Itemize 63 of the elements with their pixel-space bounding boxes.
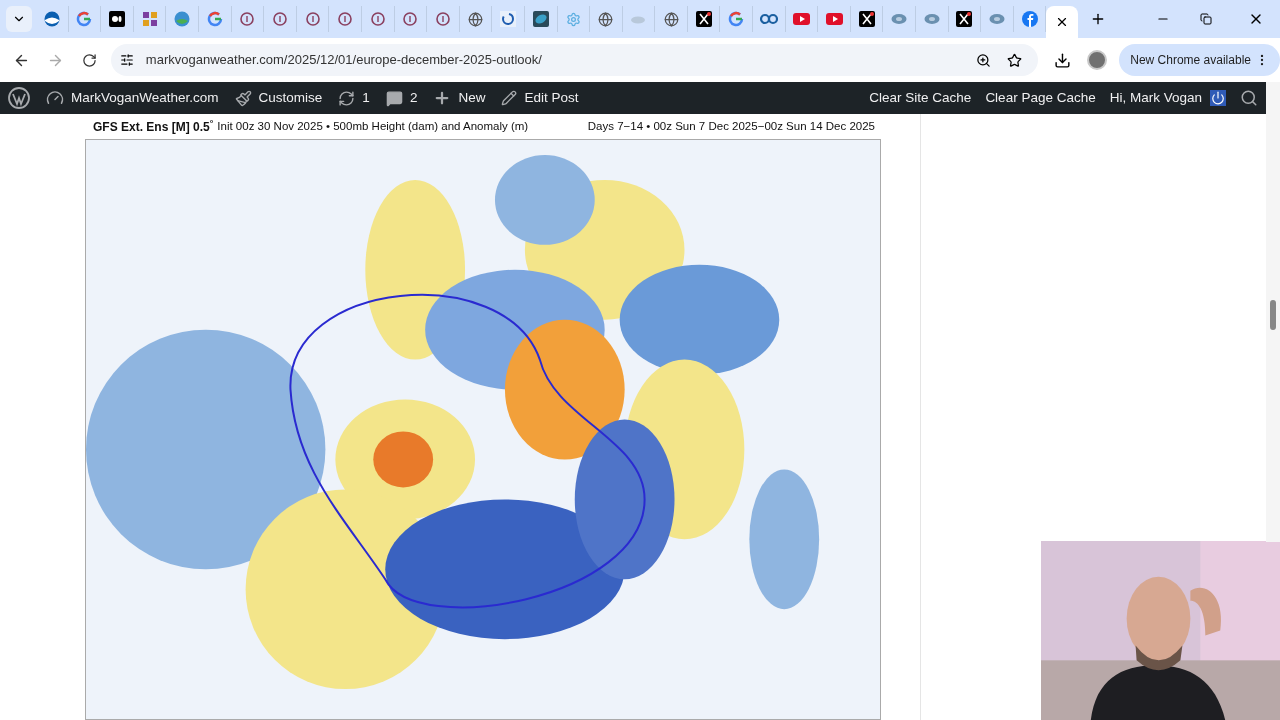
play-icon [825, 13, 843, 25]
ring-icon [239, 11, 256, 27]
square-logo-icon [109, 11, 125, 27]
admin-bar-link[interactable]: Hi, Mark Vogan [1109, 87, 1202, 109]
ring-icon [402, 11, 419, 27]
google-icon [728, 11, 745, 27]
date-range: Days 7−14 • 00z Sun 7 Dec 2025−00z Sun 14 Dec 2025 [587, 118, 875, 134]
wordpress-logo-icon[interactable] [8, 87, 30, 109]
grid-logo-icon [141, 11, 158, 27]
scrollbar[interactable] [1266, 82, 1280, 542]
chart-title: GFS Ext. Ens [M] 0.5$^{°}$ [93, 117, 214, 136]
download-icon[interactable] [1054, 51, 1072, 69]
admin-bar-link[interactable]: 2 [385, 87, 418, 109]
chart-subtitle: Init 00z 30 Nov 2025 • 500mb Height (dam) and Anomaly (m) [217, 118, 529, 134]
x-logo-icon [858, 11, 875, 27]
ring-icon [337, 11, 354, 27]
admin-bar-link[interactable]: 1 [338, 87, 370, 109]
globe-icon [598, 11, 614, 27]
loop-icon [759, 13, 778, 25]
brush-icon [234, 89, 252, 107]
ring-icon [304, 11, 321, 27]
admin-bar-link[interactable]: Customise [234, 87, 323, 109]
circle-logo-icon [43, 11, 60, 27]
pencil-icon [501, 90, 518, 106]
ring-icon [369, 11, 386, 27]
comment-icon [385, 89, 403, 107]
gear-icon [565, 11, 581, 27]
google-icon [76, 11, 93, 27]
tab-search-button[interactable] [6, 6, 32, 32]
x-logo-icon [695, 11, 712, 27]
storm-icon [923, 13, 940, 25]
zoom-icon[interactable] [976, 52, 992, 68]
admin-bar-link[interactable]: Edit Post [501, 87, 579, 109]
reload-icon[interactable] [81, 52, 97, 68]
profile-avatar[interactable] [1087, 50, 1108, 70]
search-icon[interactable] [1240, 89, 1258, 107]
globe-icon [663, 11, 679, 27]
site-settings-icon[interactable] [119, 53, 134, 67]
globe-icon [468, 11, 483, 27]
storm-icon [891, 13, 908, 25]
admin-bar-link[interactable]: Clear Page Cache [985, 87, 1096, 109]
swirl-icon [500, 11, 517, 27]
satellite-icon [532, 11, 549, 27]
address-bar[interactable]: markvoganweather.com/2025/12/01/europe-december-2025-outlook/ [110, 44, 1039, 76]
play-icon [792, 13, 810, 25]
ring-icon [271, 11, 288, 27]
admin-bar-link[interactable]: New [433, 87, 486, 109]
update-button[interactable]: New Chrome available [1119, 44, 1280, 76]
x-logo-icon [956, 11, 973, 27]
url-text: markvoganweather.com/2025/12/01/europe-december-2025-outlook/ [145, 51, 542, 70]
storm-icon [989, 13, 1005, 25]
power-icon[interactable] [1210, 90, 1226, 106]
earth-icon [174, 11, 191, 27]
facebook-icon [1021, 11, 1038, 27]
bookmark-icon[interactable] [1007, 52, 1023, 68]
cloud-icon [630, 14, 647, 24]
ring-icon [434, 11, 451, 27]
admin-bar-link[interactable]: MarkVoganWeather.com [46, 87, 219, 109]
google-icon [206, 11, 223, 27]
dashboard-icon [46, 89, 64, 107]
admin-bar-link[interactable]: Clear Site Cache [869, 87, 972, 109]
restore-icon[interactable] [1200, 13, 1212, 25]
refresh-icon [338, 89, 356, 107]
